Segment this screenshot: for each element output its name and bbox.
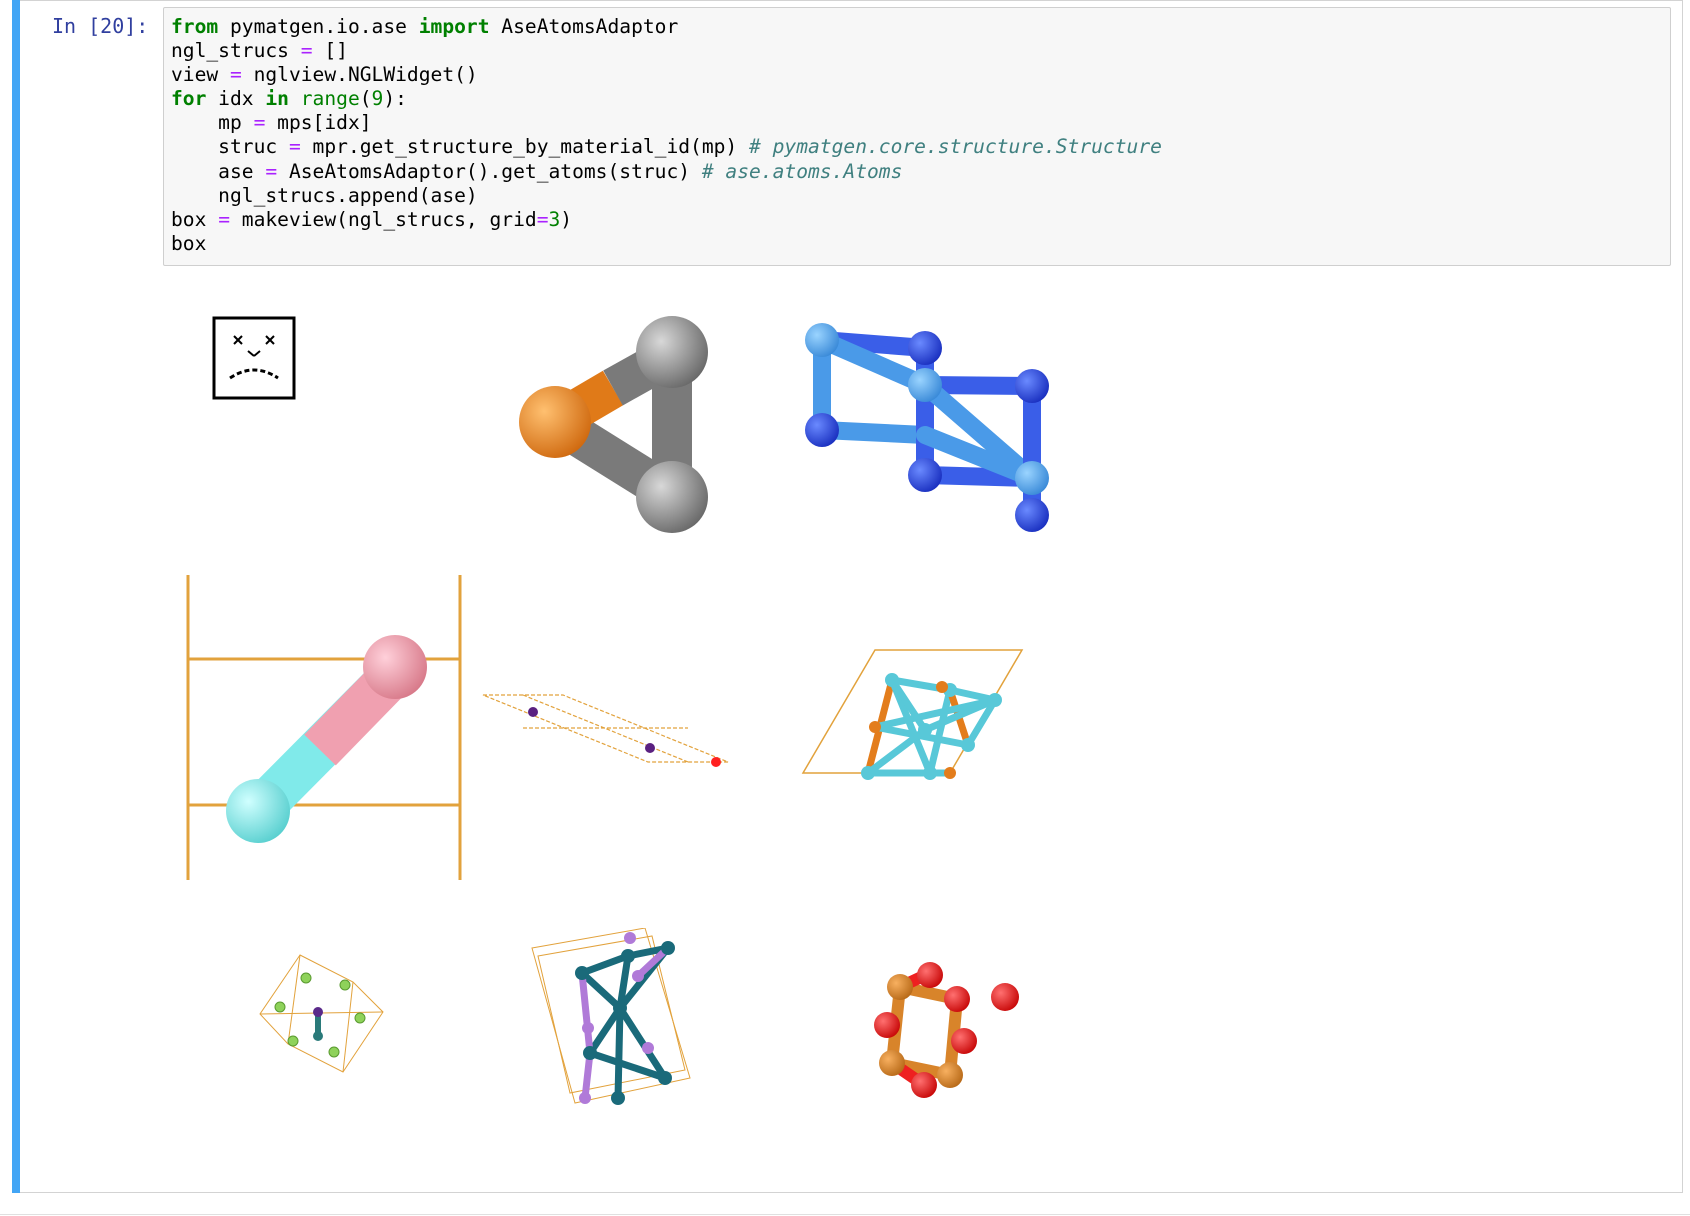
code-token: ): (383, 87, 407, 111)
code-token: # ase.atoms.Atoms (701, 159, 903, 183)
code-token: 3 (548, 207, 561, 231)
code-token: ngl_strucs (171, 39, 301, 63)
code-token: AseAtomsAdaptor().get_atoms(struc) (277, 159, 702, 183)
next-cell-divider (0, 1214, 1690, 1215)
viewer-4-structure[interactable] (180, 575, 470, 885)
code-token: nglview.NGLWidget() (241, 63, 478, 87)
code-token: mp (171, 111, 254, 135)
viewer-9-structure[interactable] (862, 955, 1022, 1100)
code-token: box (171, 231, 207, 255)
code-editor[interactable]: from pymatgen.io.ase import AseAtomsAdap… (163, 7, 1671, 266)
code-line: for idx in range(9): (171, 87, 407, 110)
viewer-6-structure[interactable] (800, 645, 1030, 785)
code-token: for (171, 87, 207, 111)
code-token: view (171, 63, 230, 87)
code-token: # pymatgen.core.structure.Structure (749, 135, 1162, 159)
code-token: = (218, 207, 230, 231)
code-token: box (171, 207, 219, 231)
code-line: mp = mps[idx] (171, 111, 372, 135)
sad-face-icon (212, 316, 296, 400)
code-token: = (288, 135, 301, 159)
viewer-1-broken-icon (212, 316, 298, 402)
code-token: 9 (371, 87, 384, 111)
code-token: ngl_strucs.append(ase) (171, 183, 478, 207)
code-token: idx (206, 87, 266, 111)
code-line: struc = mpr.get_structure_by_material_id… (171, 135, 1162, 158)
code-text[interactable]: from pymatgen.io.ase import AseAtomsAdap… (171, 15, 1162, 256)
code-line: box = makeview(ngl_strucs, grid=3) (171, 208, 572, 231)
code-token: from (171, 15, 219, 38)
code-line: box (171, 232, 206, 255)
viewer-8-structure[interactable] (530, 928, 700, 1113)
code-line: ngl_strucs.append(ase) (171, 184, 478, 207)
code-line: view = nglview.NGLWidget() (171, 63, 478, 86)
input-prompt: In [20]: (52, 14, 149, 38)
code-line: from pymatgen.io.ase import AseAtomsAdap… (171, 15, 678, 38)
code-token: in (265, 87, 289, 111)
code-token: AseAtomsAdaptor (489, 15, 679, 38)
viewer-5-structure[interactable] (478, 690, 738, 790)
code-token: = (300, 39, 313, 63)
code-token: pymatgen.io.ase (218, 15, 419, 38)
code-token: struc (171, 135, 289, 159)
code-token: = (536, 207, 549, 231)
cell-selection-bar (12, 0, 20, 1193)
code-line: ase = AseAtomsAdaptor().get_atoms(struc)… (171, 160, 902, 183)
code-token: = (229, 63, 242, 87)
code-token: ase (171, 159, 266, 183)
code-token: = (265, 159, 278, 183)
code-token: = (253, 111, 266, 135)
code-line: ngl_strucs = [] (171, 39, 348, 62)
code-token: mps[idx] (265, 111, 372, 135)
code-token: range (300, 87, 360, 111)
code-token: [] (312, 39, 348, 63)
viewer-7-structure[interactable] (258, 952, 388, 1077)
code-token: ( (359, 87, 372, 111)
code-token: import (418, 15, 490, 38)
code-token: ) (560, 207, 573, 231)
viewer-2-structure[interactable] (510, 300, 730, 540)
code-token: makeview(ngl_strucs, grid (229, 207, 537, 231)
code-token: mpr.get_structure_by_material_id(mp) (300, 135, 750, 159)
viewer-3-structure[interactable] (800, 310, 1050, 540)
